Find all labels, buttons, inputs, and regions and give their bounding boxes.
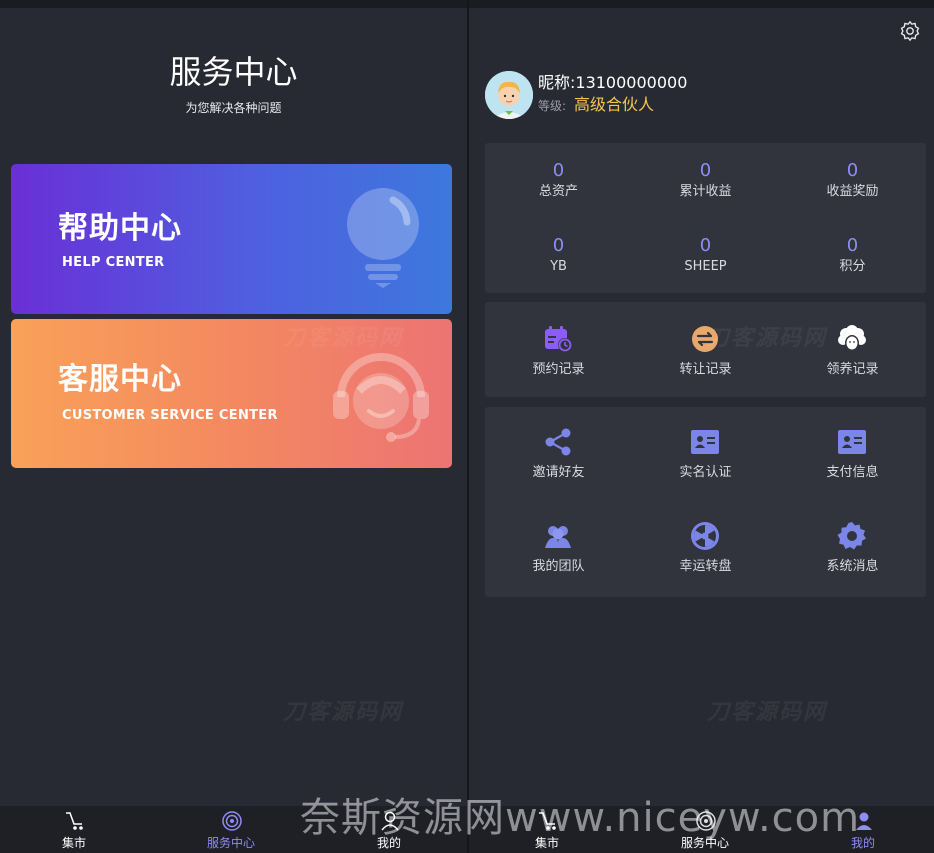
lucky-wheel-label: 幸运转盘 (679, 559, 732, 574)
site-watermark-text: 奈斯资源网www.niceyw.com (300, 795, 861, 841)
settings-gear-icon[interactable] (899, 20, 921, 42)
stat-label: YB (550, 259, 567, 274)
payment-info-button[interactable]: 支付信息 (779, 427, 926, 507)
help-center-card[interactable]: 帮助中心 HELP CENTER (11, 164, 452, 314)
level-label: 等级: (538, 99, 567, 113)
appointment-records-button[interactable]: 预约记录 (485, 324, 632, 404)
stat-earnings-reward[interactable]: 0 收益奖励 (779, 160, 926, 201)
watermark: 刀客源码网 (283, 700, 404, 725)
status-strip (0, 0, 467, 8)
gear-icon (837, 522, 866, 550)
sheep-icon (838, 325, 866, 351)
tab-service-center[interactable]: 服务中心 (181, 806, 281, 853)
calendar-clock-icon (545, 326, 572, 352)
invite-friends-label: 邀请好友 (532, 465, 585, 480)
customer-service-title: 客服中心 (58, 362, 182, 397)
market-icon (66, 812, 83, 830)
watermark: 刀客源码网 (283, 326, 404, 351)
service-center-screen: 服务中心 为您解决各种问题 帮助中心 HELP CENTER 客服中心 CUST… (0, 0, 467, 853)
stat-sheep[interactable]: 0 SHEEP (632, 235, 779, 276)
status-strip (469, 0, 934, 8)
watermark: 刀客源码网 (707, 700, 828, 725)
stat-value: 0 (846, 160, 859, 181)
id-card-icon (691, 430, 719, 454)
share-icon (545, 428, 571, 456)
profile-screen: 昵称:13100000000 等级: 高级合伙人 0 总资产 0 累计收益 0 … (469, 0, 934, 853)
page-title: 服务中心 (169, 53, 298, 91)
stat-yb[interactable]: 0 YB (485, 235, 632, 276)
records-panel: 预约记录 转让记录 领养记录 (485, 302, 926, 397)
stat-value: 0 (552, 235, 565, 256)
help-center-title: 帮助中心 (58, 211, 182, 246)
stat-label: 总资产 (538, 184, 578, 199)
stat-label: 收益奖励 (826, 184, 879, 199)
stat-cumulative-earnings[interactable]: 0 累计收益 (632, 160, 779, 201)
payment-card-icon (838, 430, 866, 454)
payment-info-label: 支付信息 (826, 465, 879, 480)
tab-market-label: 集市 (61, 836, 86, 850)
stat-value: 0 (699, 160, 712, 181)
real-name-auth-label: 实名认证 (679, 465, 732, 480)
asset-stats-panel: 0 总资产 0 累计收益 0 收益奖励 0 YB 0 SHEEP 0 积分 (485, 143, 926, 293)
adoption-records-label: 领养记录 (826, 362, 879, 377)
stat-label: 累计收益 (679, 184, 732, 199)
stat-label: 积分 (839, 259, 866, 274)
stat-points[interactable]: 0 积分 (779, 235, 926, 276)
help-center-subtitle: HELP CENTER (62, 255, 165, 270)
page-subtitle: 为您解决各种问题 (185, 101, 282, 115)
stat-total-assets[interactable]: 0 总资产 (485, 160, 632, 201)
nickname: 昵称:13100000000 (538, 73, 688, 92)
real-name-auth-button[interactable]: 实名认证 (632, 427, 779, 507)
headset-agent-icon (333, 353, 429, 442)
lightbulb-icon (347, 188, 419, 288)
wheel-icon (691, 522, 719, 550)
my-team-button[interactable]: 我的团队 (485, 521, 632, 601)
watermark: 刀客源码网 (707, 326, 828, 351)
transfer-records-label: 转让记录 (679, 362, 732, 377)
system-messages-button[interactable]: 系统消息 (779, 521, 926, 601)
tab-market[interactable]: 集市 (24, 806, 124, 853)
avatar-boy-icon (485, 71, 533, 119)
lucky-wheel-button[interactable]: 幸运转盘 (632, 521, 779, 601)
tools-panel: 邀请好友 实名认证 支付信息 我的团队 幸运转盘 系统消息 (485, 407, 926, 597)
avatar[interactable] (485, 71, 533, 119)
stat-value: 0 (846, 235, 859, 256)
stat-label: SHEEP (684, 259, 727, 274)
tab-service-center-label: 服务中心 (206, 836, 255, 850)
stat-value: 0 (699, 235, 712, 256)
appointment-records-label: 预约记录 (532, 362, 585, 377)
system-messages-label: 系统消息 (826, 559, 879, 574)
team-icon (545, 526, 571, 548)
level-value: 高级合伙人 (574, 95, 655, 114)
customer-service-subtitle: CUSTOMER SERVICE CENTER (62, 408, 278, 423)
service-center-icon (222, 811, 242, 831)
stat-value: 0 (552, 160, 565, 181)
my-team-label: 我的团队 (532, 559, 585, 574)
invite-friends-button[interactable]: 邀请好友 (485, 427, 632, 507)
